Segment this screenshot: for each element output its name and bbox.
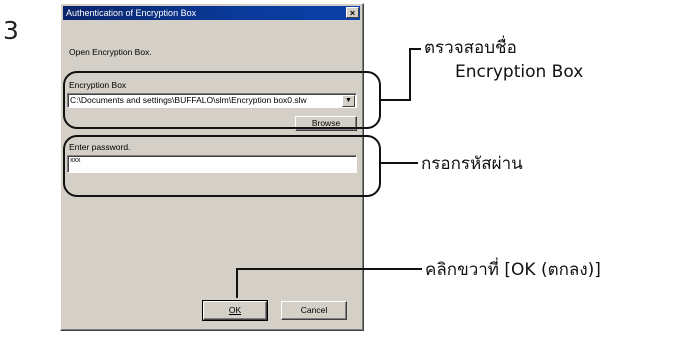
callout-connector-h — [381, 162, 418, 164]
click-ok-callout: คลิกขวาที่ [OK (ตกลง)] — [425, 260, 601, 280]
callout-connector-v — [236, 268, 238, 298]
cancel-button[interactable]: Cancel — [281, 301, 347, 320]
callout-connector-h — [381, 99, 410, 101]
callout-connector-h — [409, 48, 421, 50]
ok-button[interactable]: OK — [202, 300, 268, 321]
enter-password-callout: กรอกรหัสผ่าน — [421, 154, 523, 174]
callout-connector-v — [409, 48, 411, 101]
ok-button-label: OK — [228, 305, 242, 315]
check-name-callout-line1: ตรวจสอบชื่อ — [424, 38, 517, 58]
encryption-box-callout-frame — [63, 71, 381, 129]
check-name-callout-line2: Encryption Box — [455, 62, 584, 82]
step-number: 3 — [3, 16, 19, 45]
instruction-text: Open Encryption Box. — [69, 47, 152, 57]
dialog-titlebar: Authentication of Encryption Box × — [63, 6, 360, 20]
callout-connector-h — [236, 268, 422, 270]
close-button[interactable]: × — [346, 7, 359, 18]
password-callout-frame — [63, 135, 381, 197]
dialog-title: Authentication of Encryption Box — [66, 8, 197, 18]
